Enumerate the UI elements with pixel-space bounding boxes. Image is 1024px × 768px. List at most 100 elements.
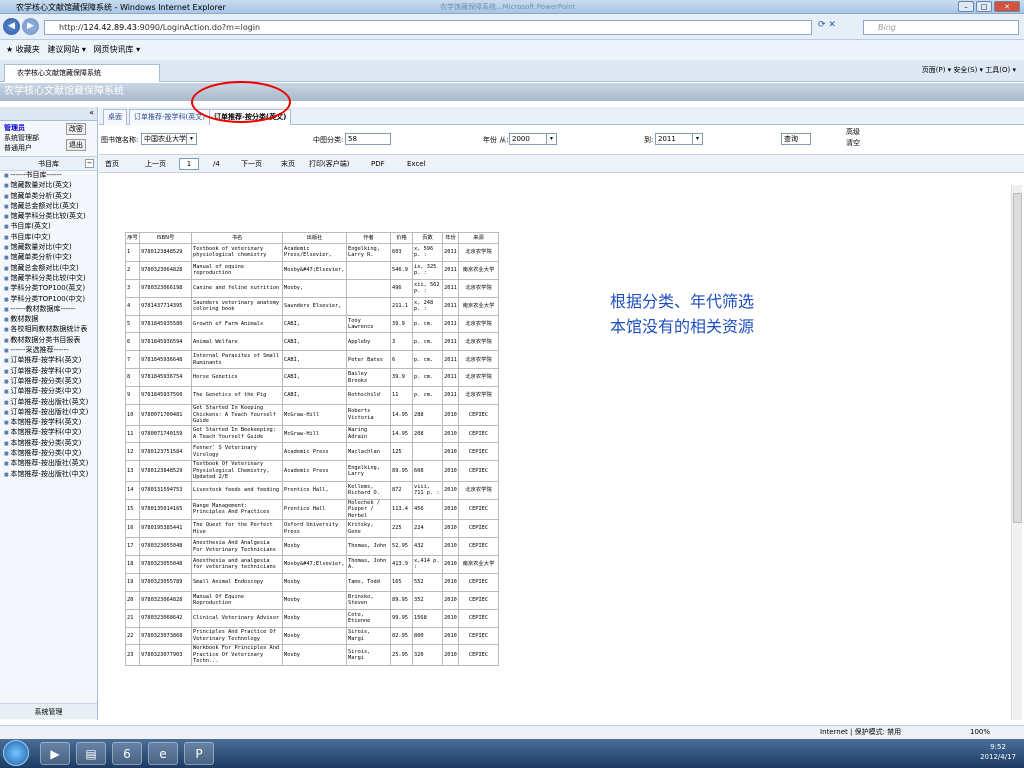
page-input[interactable]: 1	[179, 158, 199, 170]
table-row[interactable]: 14 9780131594753 Livestock feeds and feedi…	[125, 480, 499, 500]
column-header[interactable]: 年份	[442, 232, 459, 244]
excel-button[interactable]: Excel	[407, 155, 426, 173]
advanced-link[interactable]: 高级	[846, 127, 860, 137]
minimize-button[interactable]: –	[958, 1, 974, 12]
library-select[interactable]: 中国农业大学 ▾	[141, 133, 197, 145]
sidebar-item[interactable]: 本馆推荐-按出版社(中文)	[0, 470, 97, 480]
sidebar-collapse-bar[interactable]: «	[0, 107, 97, 121]
browser-app-icon[interactable]: 6	[112, 742, 142, 765]
year-from-select[interactable]: 2000 ▾	[509, 133, 557, 145]
back-icon[interactable]: ◀	[3, 18, 20, 35]
browser-tab[interactable]: 农学核心文献馆藏保障系统	[4, 64, 160, 82]
clear-link[interactable]: 清空	[846, 138, 860, 148]
table-row[interactable]: 6 9781845936594 Animal Welfare CABI, Appleby…	[125, 332, 499, 352]
sidebar-item[interactable]: 馆藏总金额对比(英文)	[0, 202, 97, 212]
scrollbar-thumb[interactable]	[1013, 193, 1022, 523]
table-row[interactable]: 19 9780323055789 Small Animal Endoscopy Mos…	[125, 572, 499, 592]
sidebar-item[interactable]: 书目库(英文)	[0, 222, 97, 232]
sidebar-item[interactable]: 馆藏学科分类比较(中文)	[0, 274, 97, 284]
sidebar-item[interactable]: 馆藏学科分类比较(英文)	[0, 212, 97, 222]
sidebar-item[interactable]: 馆藏单类分析(英文)	[0, 192, 97, 202]
sidebar-item[interactable]: 本馆推荐-按学科(英文)	[0, 418, 97, 428]
forward-icon[interactable]: ▶	[22, 18, 39, 35]
column-header[interactable]: 序号	[125, 232, 140, 244]
explorer-folder-icon[interactable]: ▤	[76, 742, 106, 765]
table-row[interactable]: 9 9781845937560 The Genetics of the Pig CAB…	[125, 386, 499, 406]
table-row[interactable]: 20 9780323064828 Manual Of Equine Reproduc…	[125, 590, 499, 610]
sidebar-item[interactable]: 学科分类TOP100(英文)	[0, 284, 97, 294]
command-bar[interactable]: 页面(P) ▾ 安全(S) ▾ 工具(O) ▾	[922, 65, 1016, 75]
start-button[interactable]	[3, 740, 29, 766]
sidebar-item[interactable]: 馆藏单类分析(中文)	[0, 253, 97, 263]
sidebar-footer-system[interactable]: 系统管理	[0, 703, 97, 719]
collapse-icon[interactable]: «	[89, 108, 94, 117]
clock[interactable]: 9:52 2012/4/17	[980, 742, 1016, 762]
sidebar-item[interactable]: 本馆推荐-按分类(中文)	[0, 449, 97, 459]
table-row[interactable]: 4 9781437714395 Saunders veterinary anatom…	[125, 296, 499, 316]
sidebar-item[interactable]: 订单推荐-按出版社(英文)	[0, 398, 97, 408]
sidebar-item[interactable]: 馆藏数量对比(中文)	[0, 243, 97, 253]
favorites-star-icon[interactable]: ★	[6, 45, 13, 54]
column-header[interactable]: 来源	[458, 232, 499, 244]
ie-icon[interactable]: e	[148, 742, 178, 765]
search-input[interactable]: Bing	[863, 20, 1019, 35]
sidebar-item[interactable]: 学科分类TOP100(中文)	[0, 295, 97, 305]
vertical-scrollbar[interactable]	[1011, 185, 1022, 720]
column-header[interactable]: 书名	[191, 232, 283, 244]
year-to-select[interactable]: 2011 ▾	[655, 133, 703, 145]
refresh-icon[interactable]: ⟳ ✕	[818, 20, 836, 30]
sidebar-item[interactable]: 馆藏数量对比(英文)	[0, 181, 97, 191]
query-button[interactable]: 查询	[781, 133, 811, 145]
sidebar-item[interactable]: 订单推荐-按学科(英文)	[0, 356, 97, 366]
sidebar-item[interactable]: 本馆推荐-按学科(中文)	[0, 428, 97, 438]
table-row[interactable]: 5 9781845935580 Growth of Farm Animals CABI…	[125, 314, 499, 334]
sidebar-item[interactable]: 各校相同教材数据统计表	[0, 325, 97, 335]
table-row[interactable]: 21 9780323068642 Clinical Veterinary Advis…	[125, 608, 499, 628]
zoom-level[interactable]: 100%	[970, 726, 990, 739]
tab-desktop[interactable]: 桌面	[103, 109, 127, 125]
sidebar-item[interactable]: 教材数据	[0, 315, 97, 325]
table-row[interactable]: 10 9780071700481 Get Started In Keeping Ch…	[125, 404, 499, 426]
powerpoint-icon[interactable]: P	[184, 742, 214, 765]
media-player-icon[interactable]: ▶	[40, 742, 70, 765]
url-input[interactable]: http://124.42.89.43:9090/LoginAction.do?…	[44, 20, 812, 35]
table-row[interactable]: 1 9780123848529 Textbook of veterinary phy…	[125, 243, 499, 262]
table-row[interactable]: 17 9780323055048 Anesthesia And Analgesia …	[125, 537, 499, 556]
suggested-sites[interactable]: 建议网站 ▾	[47, 45, 86, 54]
table-row[interactable]: 16 9780195385441 The Quest for the Perfect…	[125, 519, 499, 539]
first-page-button[interactable]: 首页	[105, 155, 119, 173]
table-row[interactable]: 18 9780323055048 Anesthesia and analgesia …	[125, 554, 499, 574]
column-header[interactable]: 出版社	[282, 232, 347, 244]
sidebar-item[interactable]: ------书目库------	[0, 171, 97, 181]
sidebar-item[interactable]: 本馆推荐-按分类(英文)	[0, 439, 97, 449]
sidebar-item[interactable]: 订单推荐-按分类(英文)	[0, 377, 97, 387]
sidebar-item[interactable]: 订单推荐-按分类(中文)	[0, 387, 97, 397]
table-row[interactable]: 12 9780123751584 Fenner' S Veterinary Viro…	[125, 442, 499, 462]
column-header[interactable]: ISBN号	[139, 232, 192, 244]
sidebar-item[interactable]: 馆藏总金额对比(中文)	[0, 264, 97, 274]
print-button[interactable]: 打印(客户端)	[309, 155, 349, 173]
prev-page-button[interactable]: 上一页	[145, 155, 166, 173]
table-row[interactable]: 23 9780323077903 Workbook For Principles A…	[125, 644, 499, 666]
favorites-label[interactable]: 收藏夹	[16, 45, 40, 54]
logout-button[interactable]: 退出	[66, 139, 86, 151]
table-row[interactable]: 11 9780071740159 Get Started In Beekeeping…	[125, 424, 499, 444]
table-row[interactable]: 13 9780123848529 Textbook Of Veterinary Ph…	[125, 460, 499, 482]
table-row[interactable]: 7 9781845936648 Internal Parasites of Smal…	[125, 350, 499, 370]
sidebar-item[interactable]: 教材数据分类书目报表	[0, 336, 97, 346]
column-header[interactable]: 价格	[390, 232, 413, 244]
pdf-button[interactable]: PDF	[371, 155, 385, 173]
table-row[interactable]: 2 9780323064828 Manual of equine reproduct…	[125, 260, 499, 280]
maximize-button[interactable]: □	[976, 1, 992, 12]
sidebar-item[interactable]: ------采选推荐------	[0, 346, 97, 356]
class-input[interactable]: 58	[345, 133, 391, 145]
sidebar-item[interactable]: ------教材数据库------	[0, 305, 97, 315]
sidebar-item[interactable]: 本馆推荐-按出版社(英文)	[0, 459, 97, 469]
table-row[interactable]: 3 9780323066198 Canine and feline nutritio…	[125, 278, 499, 298]
close-button[interactable]: ✕	[994, 1, 1020, 12]
column-header[interactable]: 页数	[412, 232, 443, 244]
change-password-button[interactable]: 改密	[66, 123, 86, 135]
collapse-section-icon[interactable]: −	[85, 159, 94, 168]
sidebar-item[interactable]: 订单推荐-按学科(中文)	[0, 367, 97, 377]
table-row[interactable]: 15 9780135014165 Range Management: Princip…	[125, 498, 499, 521]
